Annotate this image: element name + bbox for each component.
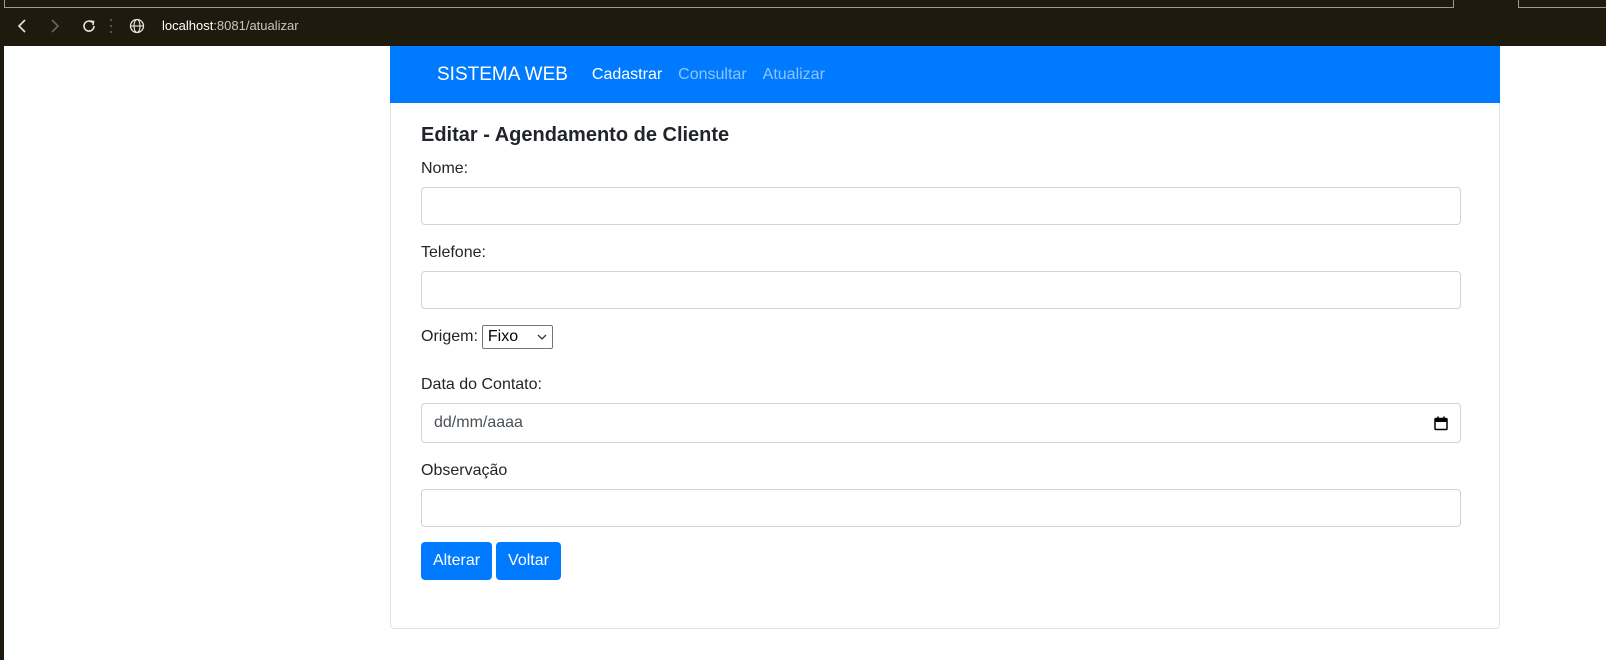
nav-link-atualizar[interactable]: Atualizar — [763, 66, 825, 84]
nome-input[interactable] — [421, 187, 1461, 225]
voltar-button[interactable]: Voltar — [496, 542, 561, 580]
navbar: SISTEMA WEB Cadastrar Consultar Atualiza… — [390, 46, 1500, 103]
browser-toolbar: localhost:8081/atualizar — [0, 0, 1606, 46]
telefone-label: Telefone: — [421, 244, 486, 261]
toolbar-separator — [110, 19, 112, 33]
tab-strip-right — [1518, 0, 1606, 8]
calendar-icon[interactable] — [1434, 416, 1448, 431]
tab-strip — [4, 0, 1454, 8]
chevron-right-icon[interactable] — [46, 17, 64, 35]
date-placeholder: dd/mm/aaaa — [434, 414, 523, 431]
nav-link-consultar[interactable]: Consultar — [678, 66, 746, 84]
reload-icon[interactable] — [80, 17, 98, 35]
page-viewport: SISTEMA WEB Cadastrar Consultar Atualiza… — [4, 46, 1606, 660]
data-contato-input[interactable]: dd/mm/aaaa — [421, 403, 1461, 443]
navbar-brand[interactable]: SISTEMA WEB — [437, 64, 568, 86]
globe-icon[interactable] — [128, 17, 146, 35]
url-path: :8081/atualizar — [213, 18, 299, 33]
origem-selected: Fixo — [487, 328, 519, 345]
observacao-label: Observação — [421, 462, 508, 479]
nav-link-cadastrar[interactable]: Cadastrar — [592, 66, 662, 84]
telefone-input[interactable] — [421, 271, 1461, 309]
address-bar[interactable]: localhost:8081/atualizar — [162, 18, 299, 33]
chevron-down-icon — [537, 334, 547, 340]
page-title: Editar - Agendamento de Cliente — [421, 124, 730, 146]
origem-label: Origem: — [421, 328, 478, 345]
origem-select[interactable]: Fixo — [481, 325, 553, 349]
nome-label: Nome: — [421, 160, 469, 177]
chevron-left-icon[interactable] — [13, 17, 31, 35]
origem-row: Origem: Fixo — [421, 325, 553, 349]
observacao-input[interactable] — [421, 489, 1461, 527]
data-contato-label: Data do Contato: — [421, 376, 542, 393]
alterar-button[interactable]: Alterar — [421, 542, 492, 580]
url-host: localhost — [162, 18, 214, 33]
